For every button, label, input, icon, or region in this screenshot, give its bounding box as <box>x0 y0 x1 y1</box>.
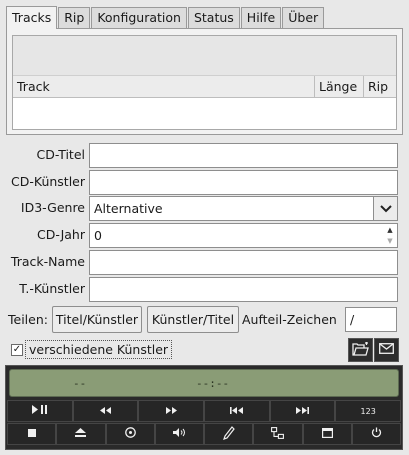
eject-button[interactable] <box>56 423 106 445</box>
tab-status[interactable]: Status <box>187 7 240 29</box>
tab-hilfe[interactable]: Hilfe <box>240 7 282 29</box>
separator-input[interactable]: / <box>345 307 397 332</box>
arrow-down-icon[interactable]: ▼ <box>383 236 397 248</box>
year-label: CD-Jahr <box>37 227 85 242</box>
window-button[interactable] <box>302 423 352 445</box>
separator-label: Aufteil-Zeichen <box>242 312 337 327</box>
folder-open-icon <box>352 341 369 359</box>
year-spinner-arrows: ▲ ▼ <box>383 224 397 247</box>
stop-icon <box>27 428 36 440</box>
play-pause-button[interactable] <box>7 400 73 422</box>
split-row: Teilen: Titel/Künstler Künstler/Titel Au… <box>0 306 409 334</box>
track-artist-label: T.-Künstler <box>19 281 85 296</box>
various-artists-row: ✓ verschiedene Künstler <box>0 338 409 362</box>
cd-artist-label: CD-Künstler <box>11 174 85 189</box>
tab-konfiguration[interactable]: Konfiguration <box>91 7 187 29</box>
open-folder-button[interactable] <box>348 338 373 362</box>
fast-forward-icon <box>165 406 177 417</box>
network-icon <box>271 426 285 442</box>
genre-combo[interactable]: Alternative <box>89 196 398 221</box>
cd-title-row: CD-Titel <box>0 143 409 169</box>
genre-label: ID3-Genre <box>20 200 85 215</box>
track-number-button[interactable]: 123 <box>335 400 402 422</box>
volume-icon <box>172 428 186 440</box>
track-list-columns: Track Länge Rip <box>13 76 396 98</box>
chevron-down-icon[interactable] <box>373 197 397 220</box>
previous-track-button[interactable] <box>204 400 270 422</box>
cd-title-input[interactable] <box>89 143 398 168</box>
cd-artist-row: CD-Künstler <box>0 170 409 196</box>
rewind-button[interactable] <box>72 400 139 422</box>
cd-player: -- --:-- 123 <box>5 365 403 450</box>
email-button[interactable] <box>374 338 399 362</box>
column-header-track[interactable]: Track <box>13 76 314 97</box>
edit-button[interactable] <box>204 423 254 445</box>
year-row: CD-Jahr 0 ▲ ▼ <box>0 223 409 249</box>
year-spinner[interactable]: 0 ▲ ▼ <box>89 223 398 248</box>
play-pause-icon <box>31 405 49 417</box>
display-time: --:-- <box>196 377 230 390</box>
display-track: -- <box>73 377 87 390</box>
cd-artist-input[interactable] <box>89 170 398 195</box>
next-track-button[interactable] <box>269 400 336 422</box>
column-header-rip[interactable]: Rip <box>363 76 396 97</box>
genre-value: Alternative <box>94 201 163 216</box>
power-button[interactable] <box>351 423 401 445</box>
cd-button[interactable] <box>105 423 155 445</box>
column-header-length[interactable]: Länge <box>314 76 363 97</box>
split-artist-title-button[interactable]: Künstler/Titel <box>147 306 239 333</box>
email-icon <box>379 343 394 357</box>
track-list-header-area <box>13 36 396 76</box>
tab-bar: Tracks Rip Konfiguration Status Hilfe Üb… <box>6 6 325 29</box>
split-label: Teilen: <box>8 312 48 327</box>
track-artist-row: T.-Künstler <box>0 277 409 303</box>
track-artist-input[interactable] <box>89 277 398 302</box>
player-controls-row-1: 123 <box>7 400 402 423</box>
year-value: 0 <box>94 228 102 243</box>
track-name-input[interactable] <box>89 250 398 275</box>
fast-forward-button[interactable] <box>138 400 205 422</box>
tracks-panel: Track Länge Rip <box>6 28 403 135</box>
player-display: -- --:-- <box>9 369 399 397</box>
track-list[interactable]: Track Länge Rip <box>12 35 397 130</box>
skip-forward-icon <box>296 406 310 417</box>
track-name-row: Track-Name <box>0 250 409 276</box>
eject-icon <box>75 428 87 440</box>
window-icon <box>321 427 333 441</box>
cd-title-label: CD-Titel <box>36 147 85 162</box>
player-controls-row-2 <box>7 423 401 446</box>
genre-row: ID3-Genre Alternative <box>0 196 409 222</box>
stop-button[interactable] <box>7 423 57 445</box>
rewind-icon <box>100 406 111 417</box>
power-icon <box>371 427 382 441</box>
track-name-label: Track-Name <box>10 254 85 269</box>
various-artists-checkbox[interactable]: ✓ <box>11 344 23 356</box>
network-button[interactable] <box>253 423 303 445</box>
tab-rip[interactable]: Rip <box>58 7 91 29</box>
volume-button[interactable] <box>154 423 204 445</box>
cd-icon <box>124 427 136 441</box>
skip-back-icon <box>230 406 244 417</box>
pencil-icon <box>222 425 235 443</box>
tab-tracks[interactable]: Tracks <box>6 6 58 29</box>
various-artists-label[interactable]: verschiedene Künstler <box>25 340 173 359</box>
arrow-up-icon[interactable]: ▲ <box>383 224 397 236</box>
tab-ueber[interactable]: Über <box>282 7 325 29</box>
split-title-artist-button[interactable]: Titel/Künstler <box>52 306 142 333</box>
